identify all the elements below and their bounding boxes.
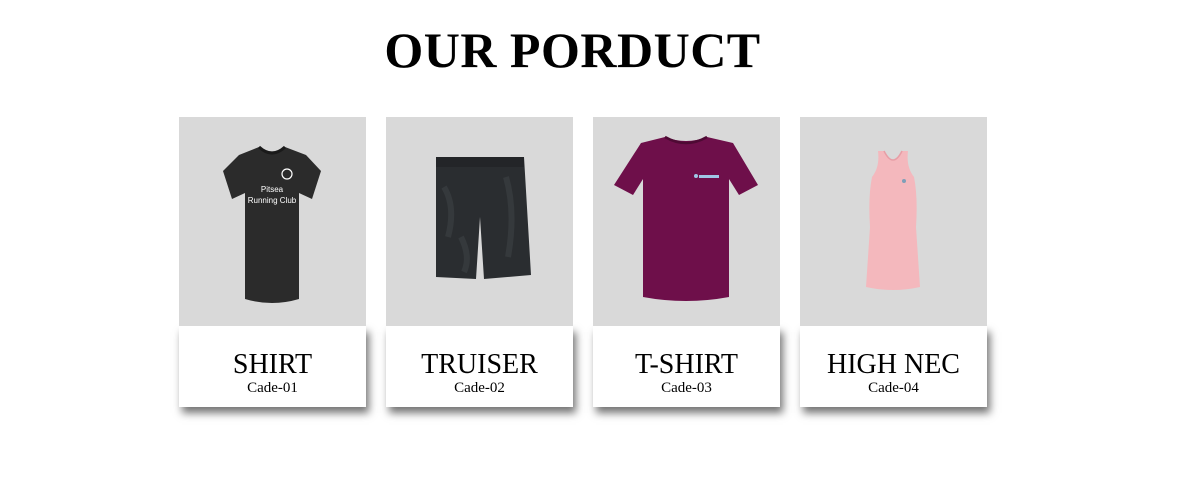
- product-code: Cade-04: [868, 380, 919, 396]
- pink-tank-top-image[interactable]: [800, 117, 987, 326]
- product-card[interactable]: T-SHIRT Cade-03: [593, 117, 780, 407]
- product-card[interactable]: TRUISER Cade-02: [386, 117, 573, 407]
- product-info: SHIRT Cade-01: [179, 326, 366, 407]
- shirt-illustration: Pitsea Running Club: [223, 145, 321, 303]
- product-code: Cade-01: [247, 380, 298, 396]
- purple-tshirt-image[interactable]: [593, 117, 780, 326]
- product-card[interactable]: HIGH NEC Cade-04: [800, 117, 987, 407]
- black-running-shirt-image[interactable]: Pitsea Running Club: [179, 117, 366, 326]
- shirt-print-line-2: Running Club: [248, 196, 297, 205]
- product-card[interactable]: Pitsea Running Club SHIRT Cade-01: [179, 117, 366, 407]
- product-list: Pitsea Running Club SHIRT Cade-01 TRUISE…: [179, 117, 987, 407]
- black-shorts-image[interactable]: [386, 117, 573, 326]
- product-info: T-SHIRT Cade-03: [593, 326, 780, 407]
- tank-top-illustration: [866, 150, 920, 290]
- product-info: TRUISER Cade-02: [386, 326, 573, 407]
- shorts-illustration: [436, 157, 531, 279]
- product-code: Cade-03: [661, 380, 712, 396]
- product-name: SHIRT: [232, 349, 313, 380]
- product-name: T-SHIRT: [634, 349, 739, 380]
- tshirt-illustration: [614, 135, 758, 301]
- shirt-print-line-1: Pitsea: [261, 185, 284, 194]
- product-code: Cade-02: [454, 380, 505, 396]
- product-name: TRUISER: [421, 349, 538, 380]
- product-name: HIGH NEC: [827, 349, 960, 380]
- product-info: HIGH NEC Cade-04: [800, 326, 987, 407]
- page-title: OUR PORDUCT: [384, 22, 761, 78]
